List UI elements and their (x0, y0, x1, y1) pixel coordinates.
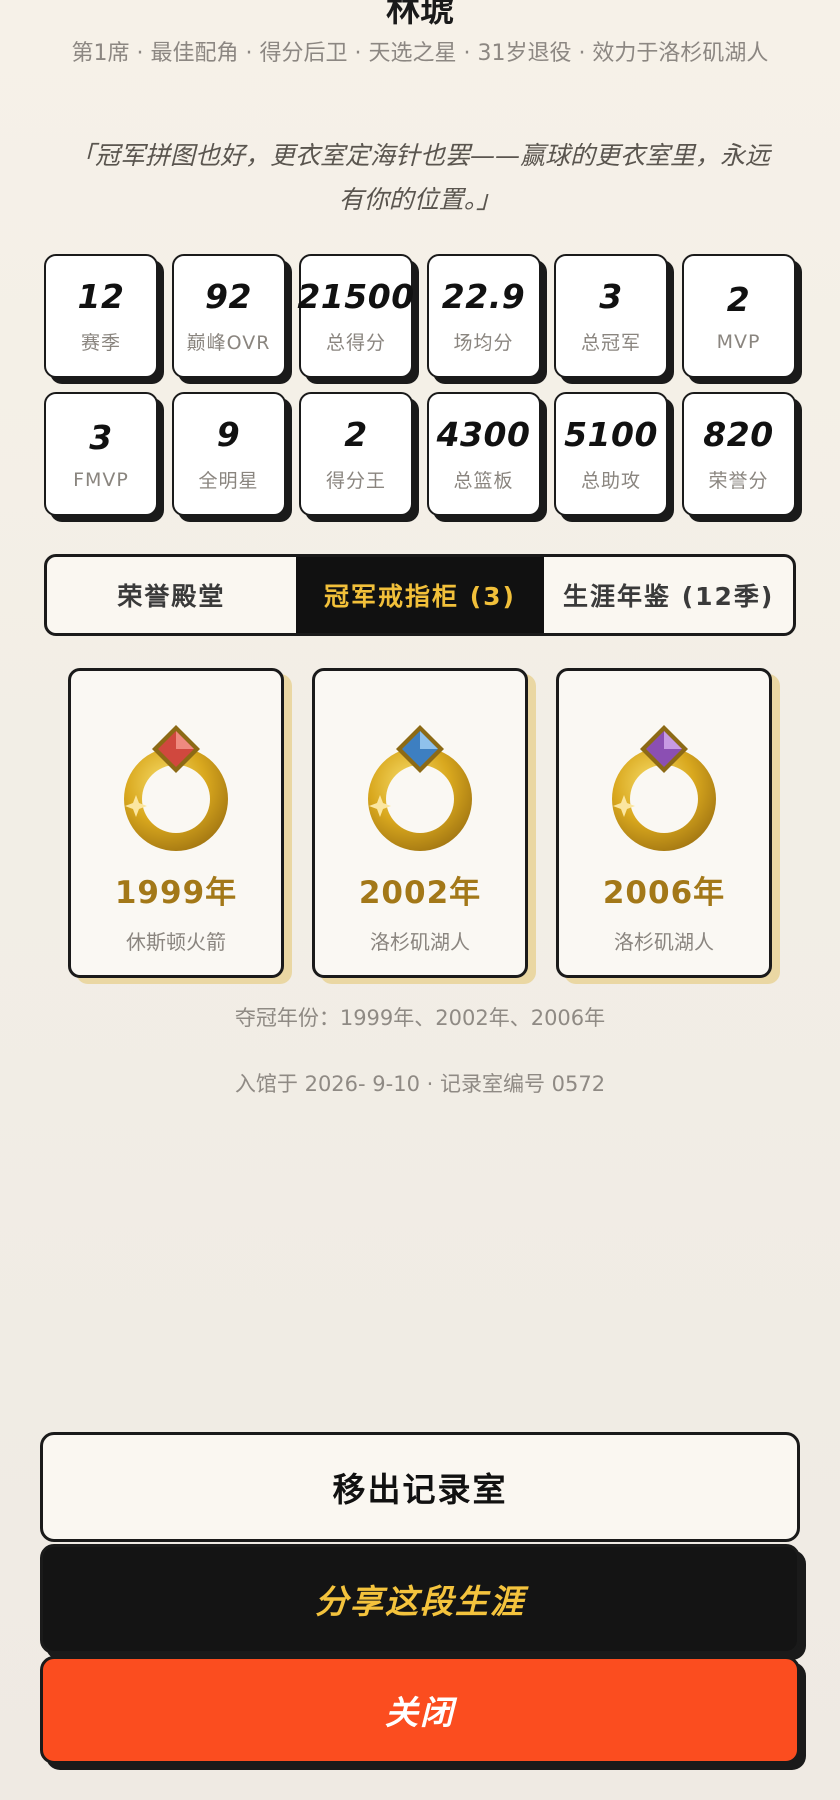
stat-value: 22.9 (441, 277, 526, 316)
stats-grid: 12 赛季 92 巅峰OVR 21500 总得分 22.9 场均分 3 总冠军 2 MVP … (44, 254, 796, 516)
stat-value: 9 (216, 415, 241, 454)
stat-card-total-rebounds: 4300 总篮板 (426, 392, 541, 516)
induction-info: 入馆于 2026- 9-10 · 记录室编号 0572 (234, 1072, 606, 1096)
stat-value: 2 (344, 415, 368, 454)
stat-card-peak-ovr: 92 巅峰OVR (171, 254, 286, 378)
stat-card-scoring-titles: 2 得分王 (299, 392, 413, 516)
ring-team: 洛杉矶湖人 (370, 930, 470, 954)
player-quote: 「冠军拼图也好，更衣室定海针也罢——赢球的更衣室里，永远有你的位置。」 (69, 141, 770, 214)
ring-card[interactable]: 1999年 休斯顿火箭 (68, 668, 284, 978)
stat-label: 得分王 (325, 470, 386, 492)
ring-team: 洛杉矶湖人 (614, 930, 714, 954)
stat-value: 5100 (564, 415, 658, 454)
stat-label: 场均分 (453, 332, 514, 354)
stat-card-championships: 3 总冠军 (554, 254, 668, 378)
player-subtitle: 第1席 · 最佳配角 · 得分后卫 · 天选之星 · 31岁退役 · 效力于洛杉… (71, 41, 769, 66)
ring-card[interactable]: 2006年 洛杉矶湖人 (556, 668, 772, 978)
stat-label: 荣誉分 (708, 470, 769, 492)
stat-label: 巅峰OVR (186, 332, 271, 354)
ring-cabinet: 1999年 休斯顿火箭 2002年 洛杉矶湖人 2006年 洛杉矶湖人 (68, 668, 772, 978)
ring-year: 2006年 (602, 875, 726, 911)
stat-card-ppg: 22.9 场均分 (426, 254, 541, 378)
stat-card-seasons: 12 赛季 (44, 254, 158, 378)
tab-career-yearbook[interactable]: 生涯年鉴 (12季) (544, 557, 793, 633)
stat-label: FMVP (73, 468, 129, 491)
stat-card-mvp: 2 MVP (681, 254, 796, 378)
stat-value: 12 (77, 277, 125, 316)
stat-label: 总篮板 (453, 470, 514, 492)
ring-year: 1999年 (114, 875, 238, 911)
ring-year: 2002年 (358, 875, 482, 911)
stat-label: 总得分 (325, 332, 386, 354)
stat-value: 3 (89, 417, 113, 457)
stat-card-fmvp: 3 FMVP (44, 392, 158, 516)
stat-card-total-assists: 5100 总助攻 (554, 392, 668, 516)
player-name: 林琥 (386, 0, 454, 30)
stat-label: 总助攻 (580, 470, 641, 492)
stat-value: 4300 (436, 415, 531, 454)
championship-ring-icon (368, 725, 472, 851)
stat-label: MVP (716, 330, 761, 353)
ring-card[interactable]: 2002年 洛杉矶湖人 (312, 668, 528, 978)
stat-value: 3 (599, 277, 623, 316)
stat-value: 820 (703, 415, 774, 454)
remove-from-archive-button[interactable]: 移出记录室 (40, 1432, 800, 1542)
tab-ring-cabinet[interactable]: 冠军戒指柜 (3) (295, 557, 545, 633)
stat-label: 赛季 (80, 332, 121, 354)
ring-team: 休斯顿火箭 (126, 930, 226, 954)
stat-label: 全明星 (198, 470, 259, 492)
championship-ring-icon (612, 725, 716, 851)
stat-value: 92 (205, 277, 252, 316)
championship-years: 夺冠年份：1999年、2002年、2006年 (234, 1006, 606, 1030)
tab-bar: 荣誉殿堂 冠军戒指柜 (3) 生涯年鉴 (12季) (44, 554, 796, 636)
stat-card-honor-points: 820 荣誉分 (681, 392, 796, 516)
close-button[interactable]: 关闭 (40, 1656, 800, 1764)
championship-ring-icon (124, 725, 228, 851)
stat-label: 总冠军 (580, 332, 641, 354)
stat-card-all-star: 9 全明星 (171, 392, 286, 516)
stat-value: 2 (726, 279, 751, 319)
stat-value: 21500 (297, 277, 415, 316)
stat-card-total-points: 21500 总得分 (297, 254, 415, 378)
share-career-button[interactable]: 分享这段生涯 (40, 1544, 800, 1654)
tab-hall-of-fame[interactable]: 荣誉殿堂 (47, 557, 296, 633)
